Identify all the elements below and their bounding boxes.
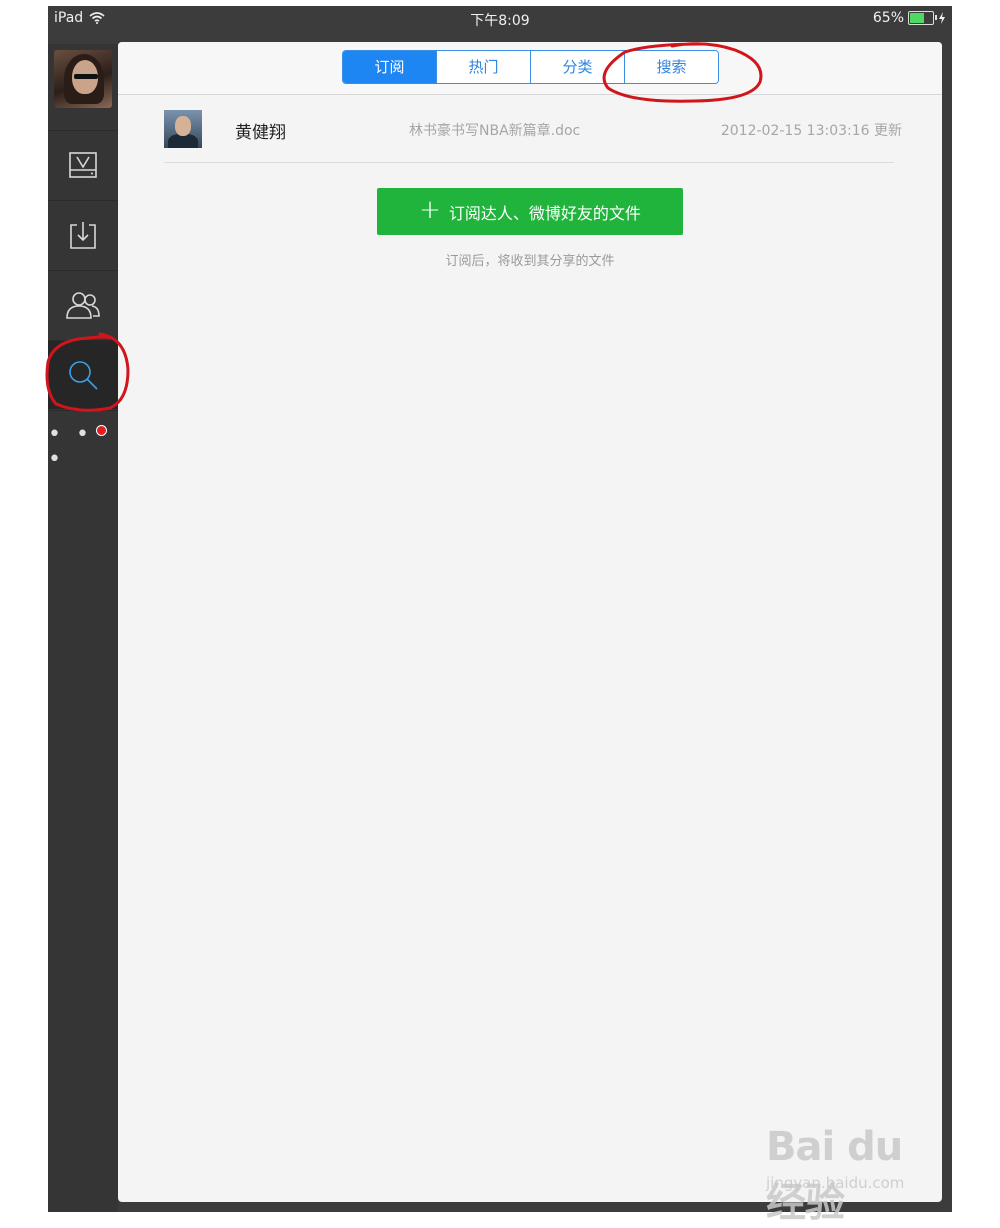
shared-file-name[interactable]: 林书豪书写NBA新篇章.doc bbox=[409, 120, 580, 140]
battery-percent: 65% bbox=[872, 10, 904, 26]
segmented-tabs: 订阅 热门 分类 搜索 bbox=[342, 50, 719, 84]
more-dots-icon: • • • bbox=[48, 422, 93, 472]
subscription-row[interactable]: 黄健翔 林书豪书写NBA新篇章.doc 2012-02-15 13:03:16 … bbox=[164, 110, 902, 163]
subscribe-hint: 订阅后，将收到其分享的文件 bbox=[445, 254, 615, 269]
people-icon bbox=[66, 292, 100, 319]
subscribe-button-label: 订阅达人、微博好友的文件 bbox=[448, 203, 641, 223]
plus-icon: + bbox=[419, 195, 441, 225]
top-toolbar: 订阅 热门 分类 搜索 bbox=[118, 42, 942, 95]
battery-icon bbox=[908, 11, 937, 25]
sidebar-item-download[interactable] bbox=[48, 200, 118, 269]
sidebar-item-people[interactable] bbox=[48, 270, 118, 339]
v-drive-icon bbox=[69, 152, 97, 178]
ipad-screen: iPad 下午8:09 65% • • • 订阅 热门 分类 搜索 黄健翔 林书… bbox=[48, 6, 952, 1212]
subscribe-button[interactable]: + 订阅达人、微博好友的文件 bbox=[377, 188, 683, 235]
sidebar-item-search[interactable] bbox=[48, 340, 118, 409]
tab-search[interactable]: 搜索 bbox=[624, 51, 718, 83]
tab-hot[interactable]: 热门 bbox=[436, 51, 530, 83]
user-avatar[interactable] bbox=[54, 50, 112, 108]
baidu-watermark: Bai du 经验 jingyan.baidu.com bbox=[766, 1110, 946, 1226]
notification-badge bbox=[96, 425, 107, 436]
tab-subscribe[interactable]: 订阅 bbox=[343, 51, 436, 83]
sidebar: • • • bbox=[48, 44, 118, 1212]
sidebar-item-vdrive[interactable] bbox=[48, 130, 118, 199]
search-icon bbox=[69, 361, 98, 390]
status-time: 下午8:09 bbox=[470, 13, 530, 29]
main-panel: 订阅 热门 分类 搜索 黄健翔 林书豪书写NBA新篇章.doc 2012-02-… bbox=[118, 42, 942, 1202]
subscriber-name: 黄健翔 bbox=[235, 123, 286, 143]
status-bar: iPad 下午8:09 65% bbox=[48, 6, 952, 34]
sidebar-item-more[interactable]: • • • bbox=[48, 410, 118, 479]
subscriber-avatar bbox=[164, 110, 202, 148]
tab-category[interactable]: 分类 bbox=[530, 51, 624, 83]
download-icon bbox=[70, 222, 96, 249]
update-time: 2012-02-15 13:03:16 更新 bbox=[720, 123, 902, 139]
charging-icon bbox=[939, 12, 945, 24]
watermark-sub: jingyan.baidu.com bbox=[766, 1174, 905, 1192]
